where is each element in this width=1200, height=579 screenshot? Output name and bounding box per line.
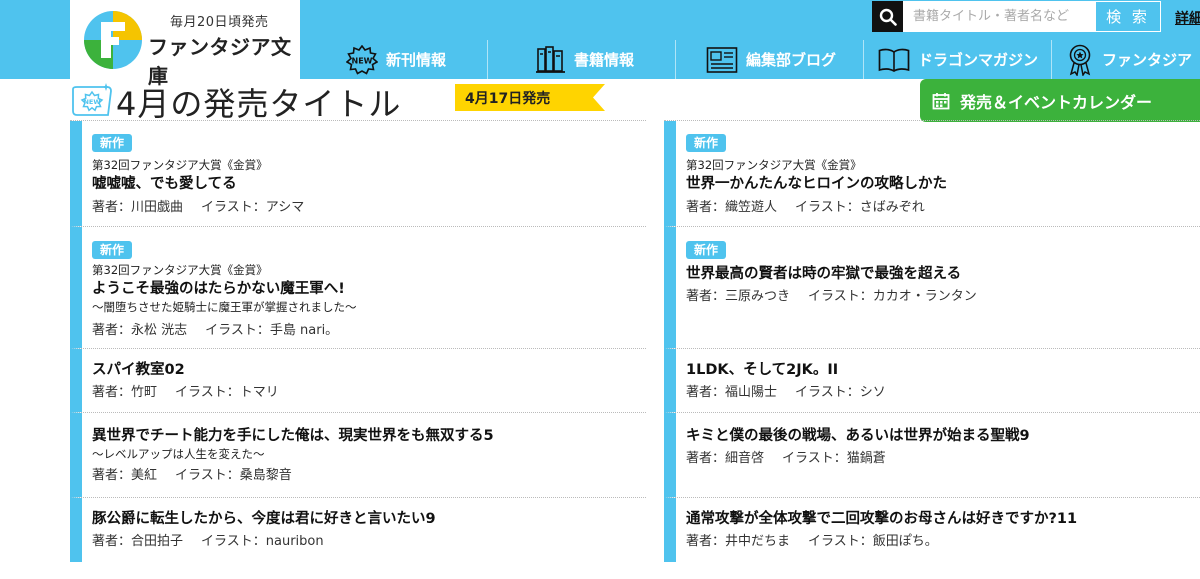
search-input[interactable]: [903, 1, 1095, 32]
book-title[interactable]: スパイ教室02: [92, 359, 646, 381]
book-credit: 著者：永松 洸志 イラスト：手島 nari。: [92, 321, 646, 341]
search-icon[interactable]: [872, 1, 903, 32]
nav-label-dragon-magazine: ドラゴンマガジン: [918, 51, 1039, 69]
newspaper-icon: [706, 46, 738, 74]
book-credit: 著者：三原みつき イラスト：カカオ・ランタン: [686, 287, 1200, 307]
svg-text:NEW: NEW: [352, 56, 373, 65]
book-item[interactable]: 新作 世界最高の賢者は時の牢獄で最強を超える 著者：三原みつき イラスト：カカオ・…: [664, 227, 1200, 349]
book-subtitle: ～レベルアップは人生を変えた～: [92, 447, 265, 461]
author-name: 著者：合田拍子: [92, 534, 184, 549]
book-item[interactable]: 通常攻撃が全体攻撃で二回攻撃のお母さんは好きですか?11 著者：井中だちま イラス…: [664, 498, 1200, 562]
nav-label-fantasia-award: ファンタジア: [1102, 51, 1193, 69]
book-item[interactable]: 新作 第32回ファンタジア大賞《金賞》 嘘嘘嘘、でも愛してる 著者：川田戯曲 イラ…: [70, 121, 646, 227]
book-item[interactable]: 新作 第32回ファンタジア大賞《金賞》 世界一かんたんなヒロインの攻略しかた 著…: [664, 121, 1200, 227]
new-badge-icon: NEW: [346, 44, 378, 75]
release-date-ribbon: 4月17日発売: [455, 84, 605, 111]
nav-item-editorial-blog[interactable]: 編集部ブログ: [676, 40, 864, 79]
search-bar: 検 索: [872, 1, 1161, 32]
logo-f-icon: [84, 11, 142, 69]
illustrator-name: イラスト：さばみぞれ: [795, 200, 925, 215]
book-title[interactable]: 世界一かんたんなヒロインの攻略しかた: [686, 173, 1200, 195]
open-book-icon: [878, 47, 910, 73]
new-badge: 新作: [686, 134, 727, 152]
book-item[interactable]: キミと僕の最後の戦場、あるいは世界が始まる聖戦9 著者：細音啓 イラスト：猫鍋蒼: [664, 413, 1200, 498]
author-name: 著者：福山陽士: [686, 385, 778, 400]
author-name: 著者：川田戯曲: [92, 200, 184, 215]
award-label: 第32回ファンタジア大賞《金賞》: [92, 158, 268, 172]
book-title[interactable]: 異世界でチート能力を手にした俺は、現実世界をも無双する5: [92, 425, 646, 447]
section-title-row: NEW 4月の発売タイトル 4月17日発売 発売＆イベントカレンダー: [70, 79, 1200, 123]
book-item[interactable]: 1LDK、そして2JK。II 著者：福山陽士 イラスト：シソ: [664, 349, 1200, 413]
detail-search-link[interactable]: 詳細: [1175, 8, 1200, 28]
award-icon: [1066, 44, 1094, 76]
book-credit: 著者：細音啓 イラスト：猫鍋蒼: [686, 449, 1200, 469]
nav-label-editorial-blog: 編集部ブログ: [746, 51, 837, 69]
book-credit: 著者：井中だちま イラスト：飯田ぽち。: [686, 532, 1200, 552]
author-name: 著者：三原みつき: [686, 289, 791, 304]
svg-text:NEW: NEW: [83, 98, 100, 106]
book-credit: 著者：竹町 イラスト：トマリ: [92, 383, 646, 403]
author-name: 著者：細音啓: [686, 451, 765, 466]
book-item[interactable]: 異世界でチート能力を手にした俺は、現実世界をも無双する5 ～レベルアップは人生を…: [70, 413, 646, 498]
award-label: 第32回ファンタジア大賞《金賞》: [92, 263, 268, 277]
book-list-right: 新作 第32回ファンタジア大賞《金賞》 世界一かんたんなヒロインの攻略しかた 著…: [664, 121, 1200, 562]
illustrator-name: イラスト：手島 nari。: [205, 323, 339, 338]
illustrator-name: イラスト：飯田ぽち。: [808, 534, 938, 549]
author-name: 著者：織笠遊人: [686, 200, 778, 215]
new-badge: 新作: [686, 241, 727, 259]
author-name: 著者：美紅: [92, 468, 158, 483]
illustrator-name: イラスト：トマリ: [175, 385, 279, 400]
illustrator-name: イラスト：シソ: [795, 385, 886, 400]
author-name: 著者：竹町: [92, 385, 158, 400]
book-title[interactable]: キミと僕の最後の戦場、あるいは世界が始まる聖戦9: [686, 425, 1200, 447]
nav-item-fantasia-award[interactable]: ファンタジア: [1052, 40, 1200, 79]
book-credit: 著者：川田戯曲 イラスト：アシマ: [92, 198, 646, 218]
site-header: 毎月20日頃発売 ファンタジア文庫 検 索 詳細 NEW 新刊情報 書籍情報 編…: [0, 0, 1200, 88]
award-label: 第32回ファンタジア大賞《金賞》: [686, 158, 862, 172]
new-badge: 新作: [92, 134, 133, 152]
page-title: 4月の発売タイトル: [116, 85, 402, 123]
illustrator-name: イラスト：桑島黎音: [175, 468, 292, 483]
calendar-button-label: 発売＆イベントカレンダー: [960, 92, 1153, 112]
book-title[interactable]: 1LDK、そして2JK。II: [686, 359, 1200, 381]
book-title[interactable]: 嘘嘘嘘、でも愛してる: [92, 173, 646, 195]
new-badge: 新作: [92, 241, 133, 259]
book-title[interactable]: 世界最高の賢者は時の牢獄で最強を超える: [686, 263, 1200, 285]
illustrator-name: イラスト：カカオ・ランタン: [808, 289, 977, 304]
book-item[interactable]: 新作 第32回ファンタジア大賞《金賞》 ようこそ最強のはたらかない魔王軍へ! ～…: [70, 227, 646, 349]
book-title[interactable]: 豚公爵に転生したから、今度は君に好きと言いたい9: [92, 508, 646, 530]
nav-label-new-releases: 新刊情報: [386, 51, 447, 69]
nav-item-books[interactable]: 書籍情報: [488, 40, 676, 79]
release-event-calendar-button[interactable]: 発売＆イベントカレンダー: [920, 79, 1200, 122]
site-logo[interactable]: 毎月20日頃発売 ファンタジア文庫: [70, 0, 300, 88]
book-credit: 著者：織笠遊人 イラスト：さばみぞれ: [686, 198, 1200, 218]
books-icon: [536, 45, 566, 74]
book-title[interactable]: 通常攻撃が全体攻撃で二回攻撃のお母さんは好きですか?11: [686, 508, 1200, 530]
logo-tagline: 毎月20日頃発売: [170, 15, 269, 30]
new-sparkle-icon: NEW: [72, 83, 112, 116]
book-list-left: 新作 第32回ファンタジア大賞《金賞》 嘘嘘嘘、でも愛してる 著者：川田戯曲イラ…: [70, 121, 646, 562]
book-credit: 著者：福山陽士 イラスト：シソ: [686, 383, 1200, 403]
search-button[interactable]: 検 索: [1095, 1, 1161, 32]
book-credit: 著者：美紅 イラスト：桑島黎音: [92, 466, 646, 486]
nav-label-books: 書籍情報: [574, 51, 635, 69]
author-name: 著者：永松 洸志: [92, 323, 188, 338]
book-item[interactable]: スパイ教室02 著者：竹町 イラスト：トマリ: [70, 349, 646, 413]
author-name: 著者：井中だちま: [686, 534, 791, 549]
calendar-icon: [932, 92, 950, 110]
book-item[interactable]: 豚公爵に転生したから、今度は君に好きと言いたい9 著者：合田拍子 イラスト：nau…: [70, 498, 646, 562]
nav-item-new-releases[interactable]: NEW 新刊情報: [300, 40, 488, 79]
release-date-label: 4月17日発売: [465, 91, 551, 107]
book-credit: 著者：合田拍子 イラスト：nauribon: [92, 532, 646, 552]
book-subtitle: ～闇堕ちさせた姫騎士に魔王軍が掌握されました～: [92, 300, 357, 314]
main-nav: NEW 新刊情報 書籍情報 編集部ブログ ドラゴンマガジン ファンタジア: [300, 40, 1200, 79]
illustrator-name: イラスト：nauribon: [201, 534, 324, 549]
illustrator-name: イラスト：アシマ: [201, 200, 305, 215]
nav-item-dragon-magazine[interactable]: ドラゴンマガジン: [864, 40, 1052, 79]
book-title[interactable]: ようこそ最強のはたらかない魔王軍へ!: [92, 278, 646, 300]
illustrator-name: イラスト：猫鍋蒼: [782, 451, 886, 466]
